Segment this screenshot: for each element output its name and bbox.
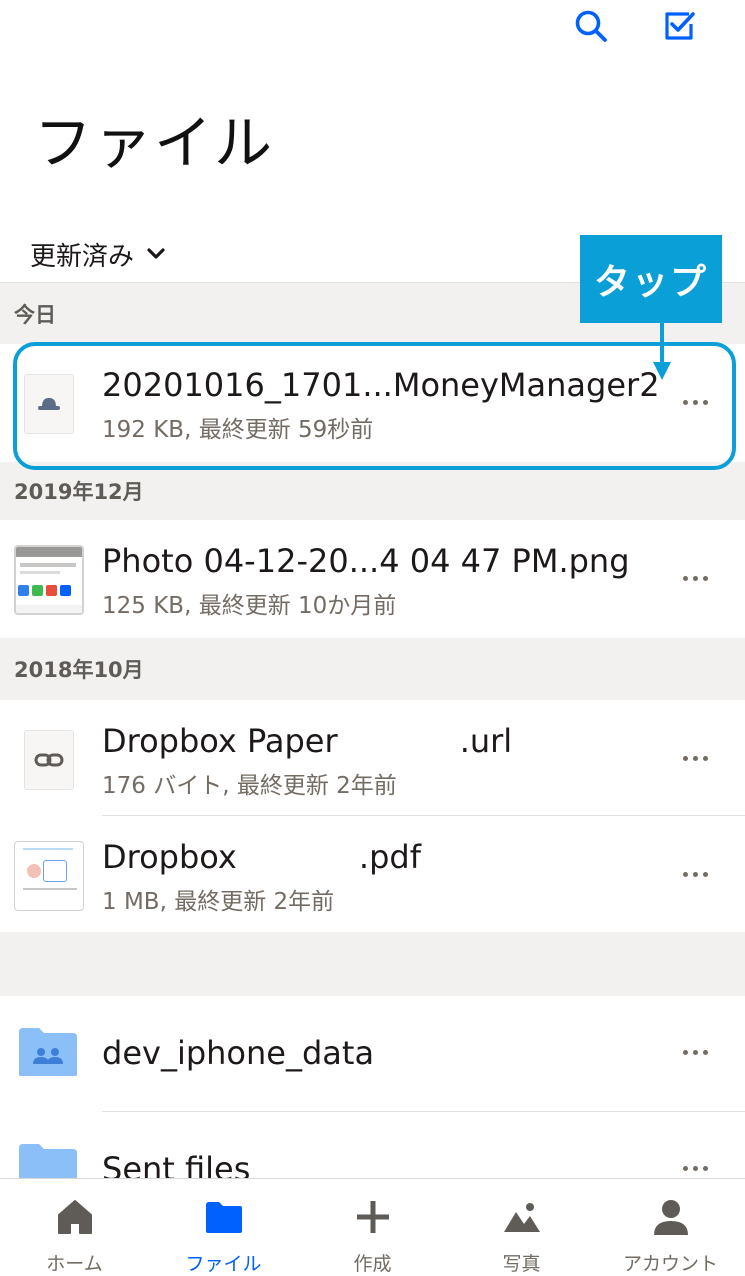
tab-label: 作成 <box>353 1253 392 1275</box>
sort-dropdown[interactable]: 更新済み <box>30 234 166 274</box>
more-options-icon[interactable] <box>668 1034 722 1070</box>
tab-files[interactable]: ファイル <box>149 1179 298 1276</box>
folder-icon <box>202 1195 246 1239</box>
tab-label: アカウント <box>622 1253 718 1275</box>
tab-label: ホーム <box>46 1253 103 1275</box>
page-title: ファイル <box>34 109 275 177</box>
bottom-tab-bar: ホーム ファイル 作成 写真 アカウント <box>0 1178 745 1276</box>
tab-account[interactable]: アカウント <box>596 1179 745 1276</box>
more-options-icon[interactable] <box>668 740 722 776</box>
generic-file-icon <box>13 368 85 440</box>
home-icon <box>53 1195 97 1239</box>
pdf-thumbnail <box>13 840 85 912</box>
plus-icon <box>351 1195 395 1239</box>
checkbox-select-icon[interactable] <box>659 6 699 46</box>
account-icon <box>649 1195 693 1239</box>
file-row[interactable]: Photo 04-12-20...4 04 47 PM.png 125 KB, … <box>0 520 745 636</box>
file-name: Photo 04-12-20...4 04 47 PM.png <box>102 542 630 580</box>
more-options-icon[interactable] <box>668 856 722 892</box>
file-meta: 1 MB, 最終更新 2年前 <box>102 889 335 915</box>
top-bar <box>0 0 745 60</box>
section-header-2019-12: 2019年12月 <box>0 462 745 520</box>
file-row[interactable]: Dropbox Paper .url 176 バイト, 最終更新 2年前 <box>0 700 745 816</box>
file-name: Dropbox Paper .url <box>102 722 513 760</box>
image-thumbnail <box>13 544 85 616</box>
search-icon[interactable] <box>571 6 611 46</box>
tab-create[interactable]: 作成 <box>298 1179 447 1276</box>
file-name: Dropbox .pdf <box>102 838 421 876</box>
more-options-icon[interactable] <box>668 560 722 596</box>
sort-label: 更新済み <box>30 241 135 272</box>
file-row[interactable]: 20201016_1701...MoneyManager2 192 KB, 最終… <box>0 344 745 460</box>
file-meta: 176 バイト, 最終更新 2年前 <box>102 773 397 799</box>
tab-photos[interactable]: 写真 <box>447 1179 596 1276</box>
file-meta: 192 KB, 最終更新 59秒前 <box>102 417 374 443</box>
section-header-2018-10: 2018年10月 <box>0 638 745 700</box>
shared-folder-icon <box>16 1022 80 1082</box>
folder-name: dev_iphone_data <box>102 1034 375 1072</box>
file-name: 20201016_1701...MoneyManager2 <box>102 366 660 404</box>
chevron-down-icon <box>146 247 166 261</box>
photos-icon <box>500 1195 544 1239</box>
tab-label: ファイル <box>185 1253 262 1275</box>
tab-home[interactable]: ホーム <box>0 1179 149 1276</box>
more-options-icon[interactable] <box>668 384 722 420</box>
file-row[interactable]: Dropbox .pdf 1 MB, 最終更新 2年前 <box>0 816 745 932</box>
folder-row[interactable]: dev_iphone_data <box>0 996 745 1112</box>
section-separator <box>0 932 745 996</box>
tab-label: 写真 <box>502 1253 541 1275</box>
link-icon <box>13 724 85 796</box>
arrow-down-icon <box>650 322 674 382</box>
tap-annotation-label: タップ <box>580 235 722 323</box>
file-meta: 125 KB, 最終更新 10か月前 <box>102 593 397 619</box>
